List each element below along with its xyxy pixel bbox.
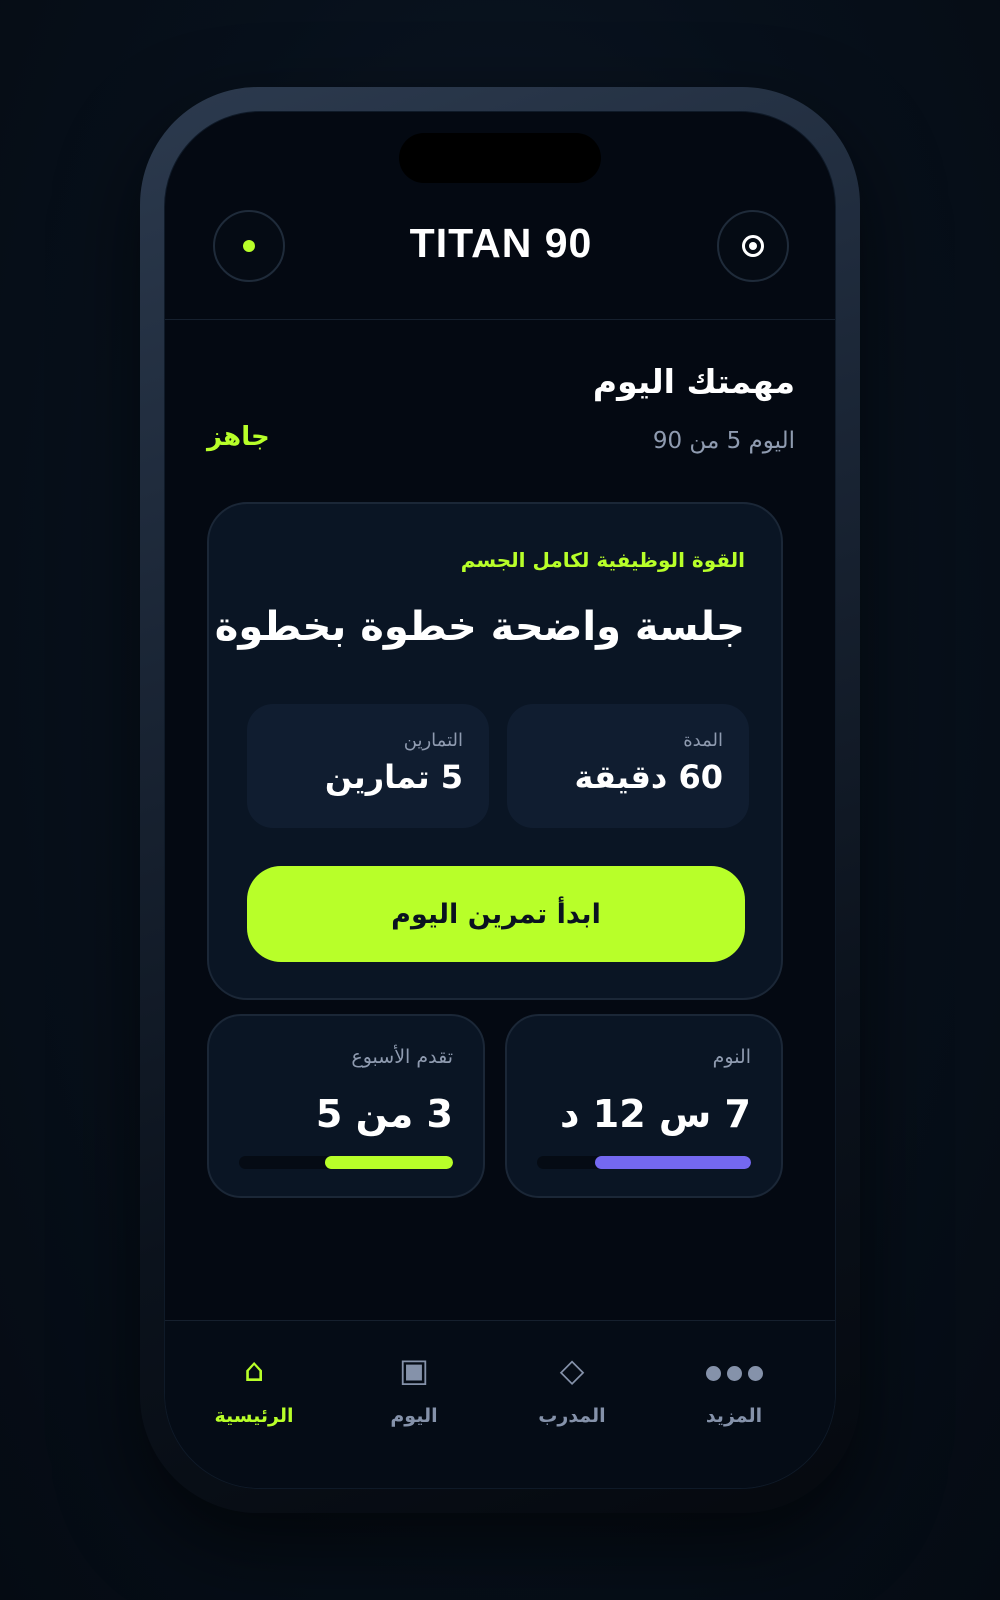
duration-value: 60 دقيقة <box>574 758 723 796</box>
week-progress-label: تقدم الأسبوع <box>351 1046 453 1068</box>
home-icon: ⌂ <box>243 1351 265 1389</box>
nav-item-today[interactable]: ▣ اليوم <box>339 1345 489 1445</box>
nav-label-today: اليوم <box>390 1405 438 1427</box>
workout-card: القوة الوظيفية لكامل الجسم جلسة واضحة خط… <box>207 502 783 1000</box>
diamond-icon: ◇ <box>559 1351 585 1389</box>
exercises-stat: التمارين 5 تمارين <box>247 704 489 828</box>
duration-label: المدة <box>683 730 723 751</box>
sleep-value: 7 س 12 د <box>560 1092 751 1136</box>
status-button[interactable] <box>213 210 285 282</box>
start-workout-button[interactable]: ابدأ تمرين اليوم <box>247 866 745 962</box>
sleep-card[interactable]: النوم 7 س 12 د <box>505 1014 783 1198</box>
dynamic-island <box>399 133 601 183</box>
phone-screen: TITAN 90 مهمتك اليوم اليوم 5 من 90 جاهز … <box>164 111 836 1489</box>
nav-label-coach: المدرب <box>538 1405 606 1427</box>
target-button[interactable] <box>717 210 789 282</box>
mission-title: مهمتك اليوم <box>592 362 795 401</box>
status-dot-icon <box>243 240 255 252</box>
day-count: اليوم 5 من 90 <box>652 428 795 454</box>
exercises-value: 5 تمارين <box>324 758 463 796</box>
stage: TITAN 90 مهمتك اليوم اليوم 5 من 90 جاهز … <box>0 0 1000 1600</box>
bottom-nav: ⌂ الرئيسية ▣ اليوم ◇ المدرب المزيد <box>165 1321 835 1488</box>
week-progress-fill <box>324 1156 453 1169</box>
header-divider <box>165 319 835 320</box>
week-progress-card[interactable]: تقدم الأسبوع 3 من 5 <box>207 1014 485 1198</box>
sleep-progress-track <box>537 1156 751 1169</box>
workout-type: القوة الوظيفية لكامل الجسم <box>460 548 745 572</box>
app-title: TITAN 90 <box>409 220 593 266</box>
duration-stat: المدة 60 دقيقة <box>507 704 749 828</box>
nav-item-coach[interactable]: ◇ المدرب <box>497 1345 647 1445</box>
workout-heading: جلسة واضحة خطوة بخطوة <box>214 604 745 650</box>
week-progress-track <box>239 1156 453 1169</box>
more-dots-icon <box>659 1345 809 1395</box>
nav-label-home: الرئيسية <box>214 1405 294 1427</box>
nav-item-home[interactable]: ⌂ الرئيسية <box>179 1345 329 1445</box>
calendar-square-icon: ▣ <box>398 1351 430 1389</box>
target-icon <box>742 235 764 257</box>
week-progress-value: 3 من 5 <box>315 1092 453 1136</box>
exercises-label: التمارين <box>403 730 463 751</box>
sleep-label: النوم <box>712 1046 751 1068</box>
sleep-progress-fill <box>594 1156 751 1169</box>
app-header: TITAN 90 <box>165 210 835 282</box>
nav-label-more: المزيد <box>705 1405 763 1427</box>
ready-status: جاهز <box>207 422 270 452</box>
nav-item-more[interactable]: المزيد <box>659 1345 809 1445</box>
